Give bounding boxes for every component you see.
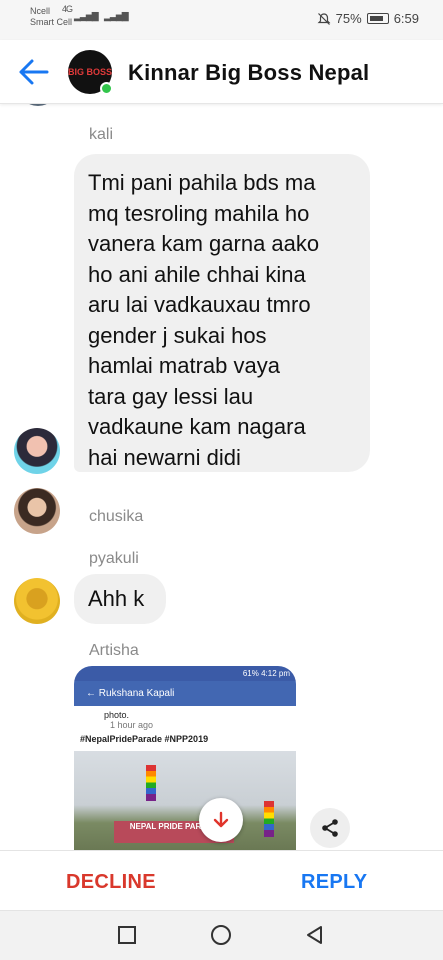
arrow-down-icon: [213, 811, 229, 828]
arrow-left-icon: [19, 59, 49, 85]
triangle-back-icon: [307, 926, 322, 944]
status-bar: Ncell Smart Cell 4G ▂▃▅▇ ▂▃▅▇ 75% 6:59: [0, 0, 443, 40]
message-text: Tmi pani pahila bds ma mq tesroling mahi…: [88, 170, 320, 470]
share-button[interactable]: [310, 808, 350, 848]
clock: 6:59: [393, 11, 419, 26]
carrier-name-2: Smart Cell: [30, 17, 73, 27]
sender-name: chusika: [89, 508, 144, 525]
online-indicator: [100, 82, 113, 95]
decline-button[interactable]: DECLINE: [66, 871, 156, 894]
screenshot-profile-name: Rukshana Kapali: [98, 688, 175, 699]
sender-name: kali: [89, 126, 114, 143]
square-icon: [118, 926, 136, 944]
avatar[interactable]: [14, 428, 60, 474]
signal-icon: ▂▃▅▇: [74, 11, 99, 21]
message-bubble[interactable]: Tmi pani pahila bds ma mq tesroling mahi…: [74, 154, 370, 472]
image-attachment[interactable]: 61% 4:12 pm ← Rukshana Kapali photo. 1 h…: [74, 666, 296, 850]
scroll-down-button[interactable]: [199, 798, 243, 842]
message-list[interactable]: kali Tmi pani pahila bds ma mq tesroling…: [0, 104, 443, 850]
screenshot-nav: ← Rukshana Kapali: [74, 681, 296, 706]
screenshot-post-word: photo.: [104, 710, 130, 720]
avatar[interactable]: [14, 488, 60, 534]
group-avatar[interactable]: BIG BOSS: [68, 50, 113, 95]
screenshot-post: photo. 1 hour ago #NepalPrideParade #NPP…: [74, 706, 296, 748]
reply-button[interactable]: REPLY: [301, 871, 367, 894]
screenshot-photo: NEPAL PRIDE PARADE: [74, 751, 296, 850]
screenshot-time: 1 hour ago: [110, 720, 154, 730]
recents-button[interactable]: [116, 924, 138, 946]
screenshot-hashtags: #NepalPrideParade #NPP2019: [80, 734, 209, 744]
signal-icon-2: ▂▃▅▇: [104, 11, 129, 21]
battery-icon: [366, 13, 389, 24]
circle-icon: [211, 925, 231, 945]
back-button[interactable]: [18, 58, 50, 86]
share-icon: [322, 819, 338, 837]
avatar: [18, 104, 58, 106]
avatar[interactable]: [14, 578, 60, 624]
status-right: 75% 6:59: [317, 11, 419, 26]
pride-flag: [264, 801, 274, 837]
system-nav-bar: [0, 910, 443, 960]
conversation-header: BIG BOSS Kinnar Big Boss Nepal: [0, 40, 443, 104]
pride-flag: [146, 765, 156, 801]
conversation-title[interactable]: Kinnar Big Boss Nepal: [128, 60, 369, 86]
message-request-actions: DECLINE REPLY: [0, 850, 443, 910]
network-type: 4G: [62, 4, 73, 14]
nav-back-button[interactable]: [304, 924, 326, 946]
sender-name: pyakuli: [89, 550, 139, 567]
message-bubble[interactable]: Ahh k: [74, 574, 166, 624]
screenshot-status-bar: 61% 4:12 pm: [74, 666, 296, 681]
sender-name: Artisha: [89, 642, 139, 659]
group-avatar-logo: BIG BOSS: [68, 66, 113, 77]
message-text: Ahh k: [88, 586, 145, 611]
battery-percent: 75%: [335, 11, 362, 26]
mute-icon: [317, 12, 331, 25]
home-button[interactable]: [210, 924, 232, 946]
